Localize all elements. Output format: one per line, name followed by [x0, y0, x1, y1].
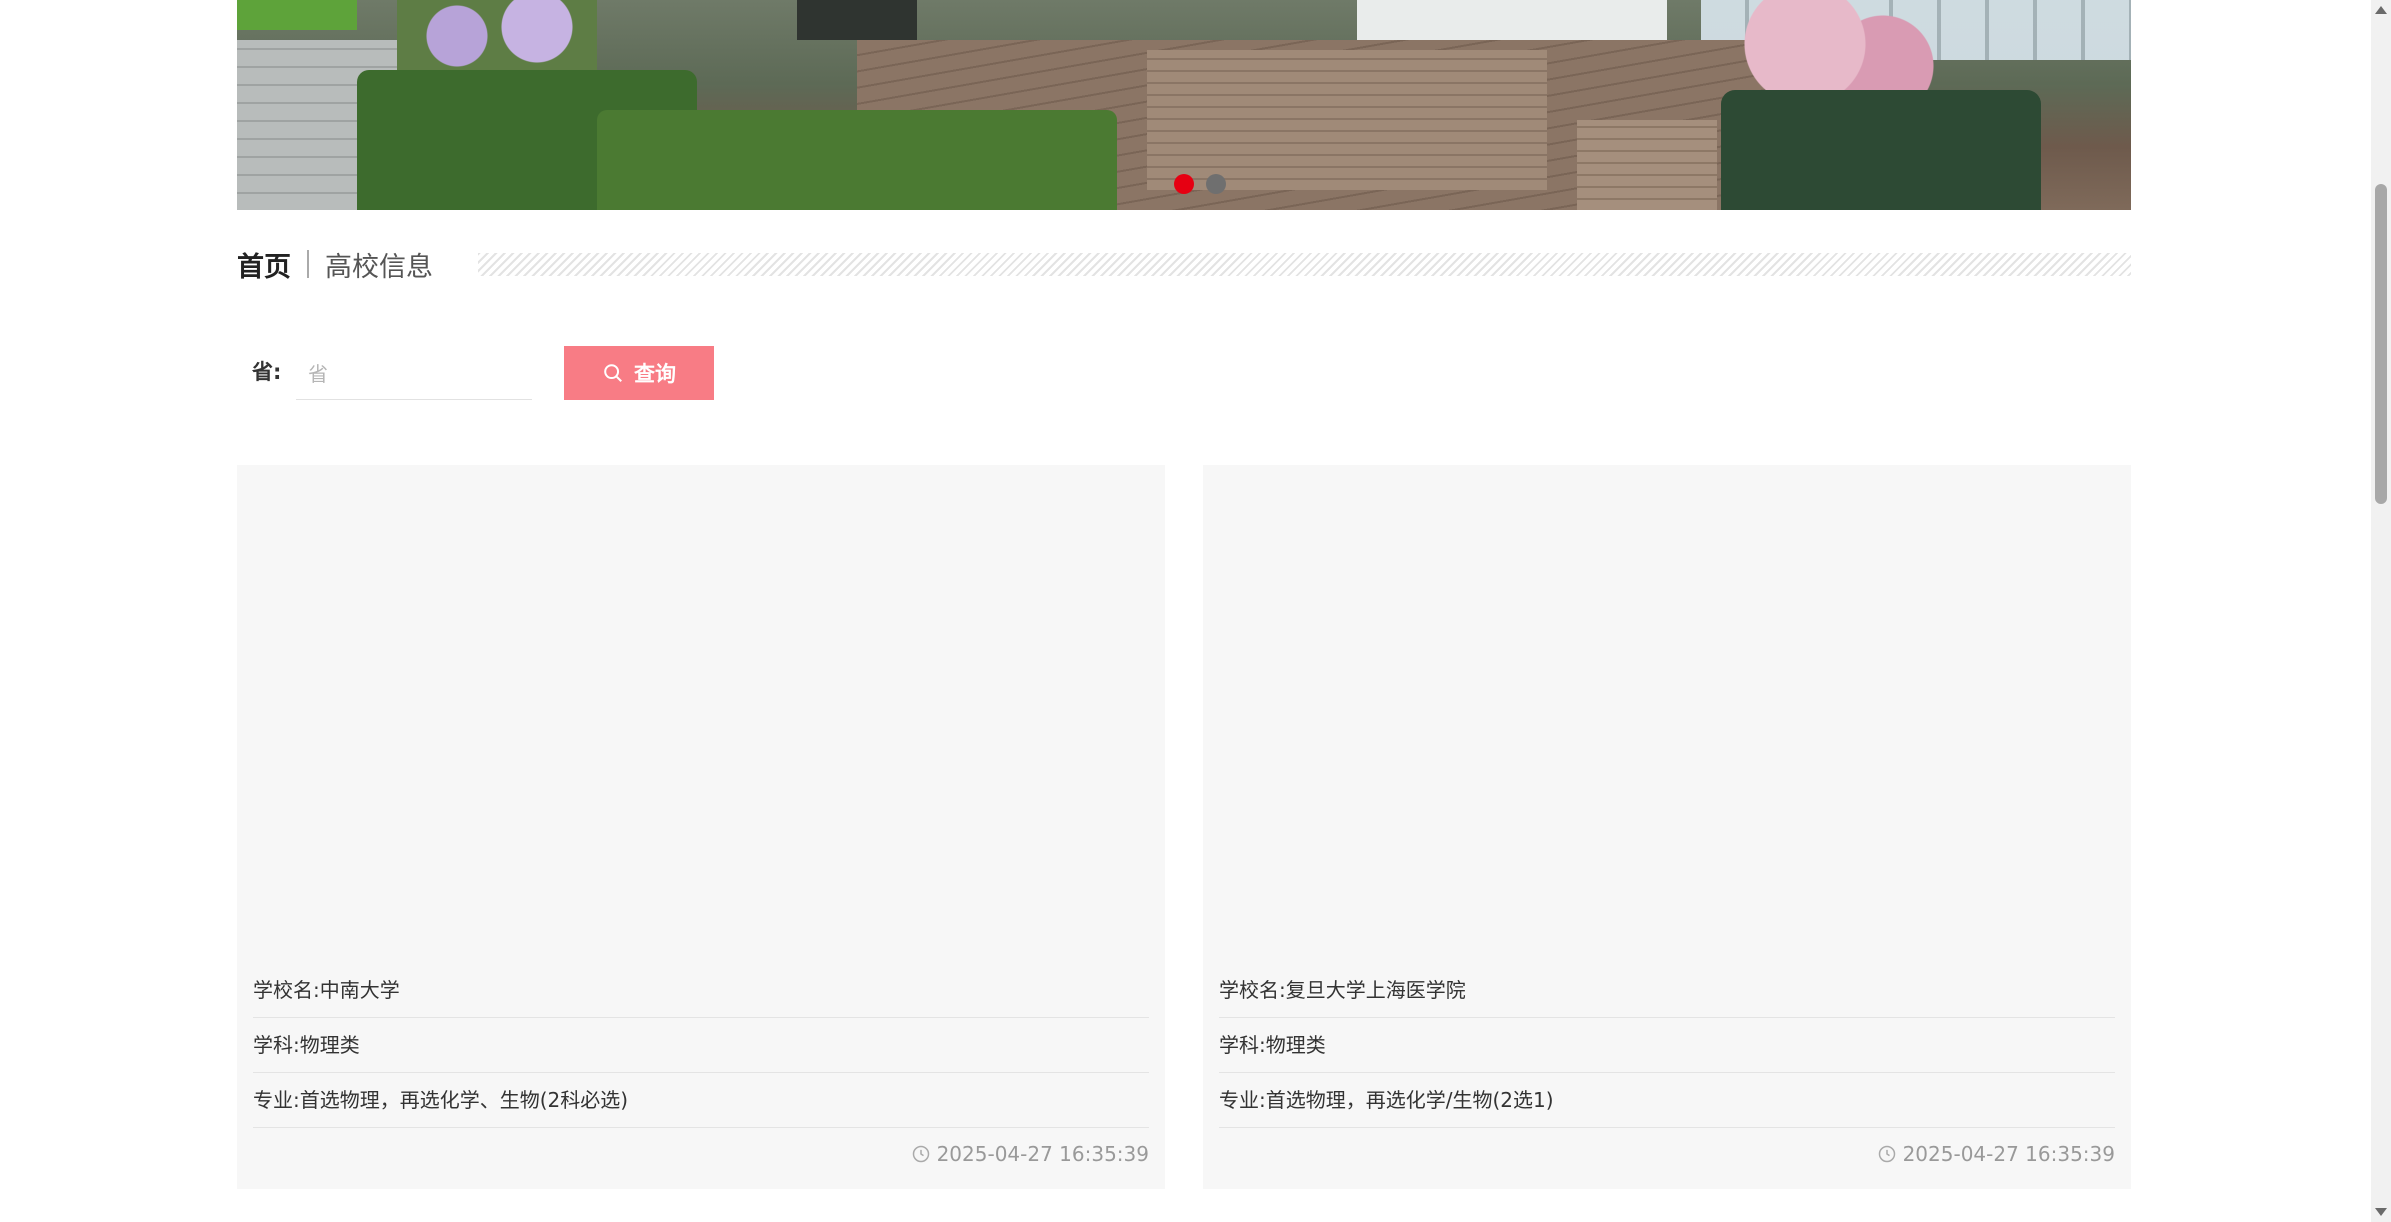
scroll-up-arrow-icon[interactable]: [2375, 6, 2387, 14]
breadcrumb-home-link[interactable]: 首页: [237, 245, 291, 284]
vertical-scrollbar[interactable]: [2371, 0, 2391, 1222]
breadcrumb: 首页 高校信息: [237, 244, 433, 284]
province-label: 省:: [252, 360, 282, 384]
banner-wall: [797, 0, 917, 40]
banner-grass: [237, 0, 357, 30]
school-card-info: 学校名:中南大学 学科:物理类 专业:首选物理，再选化学、生物(2科必选) 20…: [253, 963, 1149, 1180]
school-card-info: 学校名:复旦大学上海医学院 学科:物理类 专业:首选物理，再选化学/生物(2选1…: [1219, 963, 2115, 1180]
school-major: 专业:首选物理，再选化学/生物(2选1): [1219, 1073, 2115, 1128]
province-input[interactable]: [296, 348, 532, 400]
carousel-dot-1[interactable]: [1174, 174, 1194, 194]
breadcrumb-stripe-divider: [478, 253, 2131, 276]
breadcrumb-separator: [307, 250, 309, 278]
banner-bench: [1147, 50, 1547, 190]
school-card[interactable]: 学校名:复旦大学上海医学院 学科:物理类 专业:首选物理，再选化学/生物(2选1…: [1203, 465, 2131, 1189]
scroll-down-arrow-icon[interactable]: [2375, 1208, 2387, 1216]
school-subject: 学科:物理类: [1219, 1018, 2115, 1073]
school-card-timestamp: 2025-04-27 16:35:39: [936, 1142, 1149, 1166]
banner-hedge-right: [1721, 90, 2041, 210]
search-button-label: 查询: [634, 362, 676, 386]
school-name: 学校名:复旦大学上海医学院: [1219, 963, 2115, 1018]
clock-icon: [1878, 1145, 1895, 1163]
breadcrumb-current: 高校信息: [325, 251, 433, 283]
school-card-time: 2025-04-27 16:35:39: [1219, 1128, 2115, 1180]
search-button[interactable]: 查询: [564, 346, 714, 400]
clock-icon: [912, 1145, 929, 1163]
banner-hedge-center: [597, 110, 1117, 210]
banner-bench-small: [1577, 120, 1717, 210]
school-major: 专业:首选物理，再选化学、生物(2科必选): [253, 1073, 1149, 1128]
page: 首页 高校信息 省: 查询 学校名:中南大学 学科:物理类 专业:首选物理，再选…: [0, 0, 2391, 1222]
school-card-image: [237, 465, 1165, 965]
school-card-image: [1203, 465, 2131, 965]
school-card-time: 2025-04-27 16:35:39: [253, 1128, 1149, 1180]
school-subject: 学科:物理类: [253, 1018, 1149, 1073]
school-card-timestamp: 2025-04-27 16:35:39: [1902, 1142, 2115, 1166]
scrollbar-thumb[interactable]: [2375, 184, 2387, 504]
school-card[interactable]: 学校名:中南大学 学科:物理类 专业:首选物理，再选化学、生物(2科必选) 20…: [237, 465, 1165, 1189]
school-name: 学校名:中南大学: [253, 963, 1149, 1018]
carousel-dot-2[interactable]: [1206, 174, 1226, 194]
search-icon: [604, 364, 622, 382]
carousel-indicators: [1174, 174, 1226, 194]
